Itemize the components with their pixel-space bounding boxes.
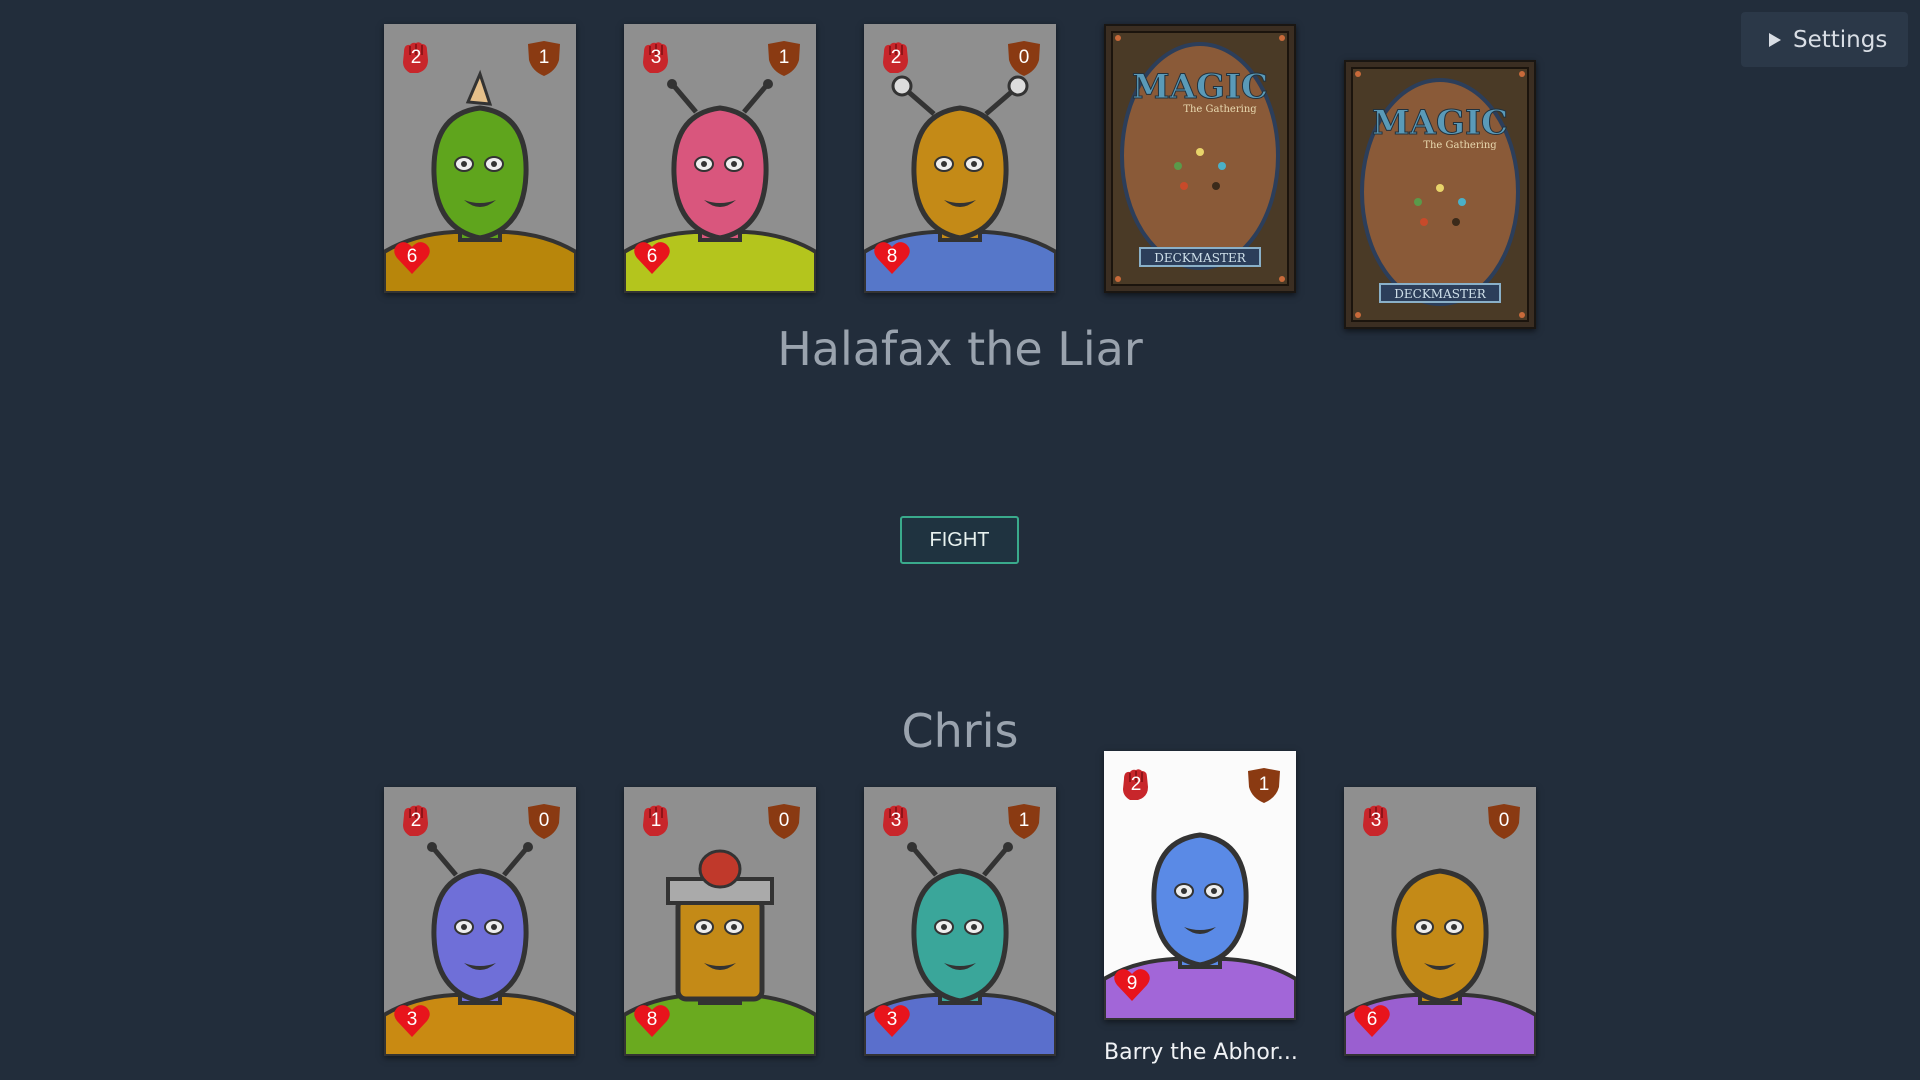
fight-button[interactable]: FIGHT <box>900 516 1019 564</box>
health-badge: 6 <box>1352 1000 1392 1040</box>
attack-badge: 3 <box>876 801 916 841</box>
attack-value: 3 <box>1370 810 1382 831</box>
card-back-logo: MAGIC <box>1372 103 1508 143</box>
attack-value: 1 <box>650 810 662 831</box>
card-back-footer: DECKMASTER <box>1154 251 1246 265</box>
defense-value: 1 <box>1018 810 1030 831</box>
health-value: 6 <box>646 246 658 267</box>
defense-value: 0 <box>1018 47 1030 68</box>
defense-badge: 0 <box>524 801 564 841</box>
player-card[interactable]: 2 0 3 <box>384 787 576 1056</box>
attack-badge: 1 <box>636 801 676 841</box>
defense-badge: 0 <box>764 801 804 841</box>
health-value: 6 <box>406 246 418 267</box>
opponent-card[interactable]: 3 1 6 <box>624 24 816 293</box>
health-badge: 8 <box>632 1000 672 1040</box>
attack-badge: 3 <box>1356 801 1396 841</box>
face-down-card: MAGIC The Gathering DECKMASTER <box>1104 24 1296 293</box>
opponent-card[interactable]: 2 0 8 <box>864 24 1056 293</box>
health-badge: 3 <box>392 1000 432 1040</box>
defense-badge: 0 <box>1484 801 1524 841</box>
health-value: 6 <box>1366 1009 1378 1030</box>
defense-value: 1 <box>538 47 550 68</box>
attack-badge: 3 <box>636 38 676 78</box>
player-card[interactable]: 3 1 3 <box>864 787 1056 1056</box>
card-back-subtitle: The Gathering <box>1183 104 1257 115</box>
health-badge: 8 <box>872 237 912 277</box>
health-badge: 6 <box>632 237 672 277</box>
defense-badge: 0 <box>1004 38 1044 78</box>
defense-badge: 1 <box>1004 801 1044 841</box>
attack-value: 2 <box>410 810 422 831</box>
defense-value: 0 <box>778 810 790 831</box>
attack-badge: 2 <box>1116 765 1156 805</box>
health-value: 8 <box>886 246 898 267</box>
settings-button[interactable]: Settings <box>1741 12 1908 67</box>
defense-value: 1 <box>778 47 790 68</box>
defense-badge: 1 <box>1244 765 1284 805</box>
opponent-card[interactable]: 2 1 6 <box>384 24 576 293</box>
player-name: Chris <box>901 704 1019 758</box>
health-badge: 9 <box>1112 964 1152 1004</box>
face-down-card: MAGIC The Gathering DECKMASTER <box>1344 60 1536 329</box>
card-back-footer: DECKMASTER <box>1394 287 1486 301</box>
player-card[interactable]: 1 0 8 <box>624 787 816 1056</box>
health-badge: 3 <box>872 1000 912 1040</box>
selected-card-name: Barry the Abhor... <box>1104 1040 1298 1065</box>
defense-badge: 1 <box>764 38 804 78</box>
player-card[interactable]: 3 0 6 <box>1344 787 1536 1056</box>
defense-value: 0 <box>1498 810 1510 831</box>
attack-value: 3 <box>650 47 662 68</box>
attack-value: 2 <box>890 47 902 68</box>
defense-value: 0 <box>538 810 550 831</box>
attack-badge: 2 <box>876 38 916 78</box>
card-back-subtitle: The Gathering <box>1423 140 1497 151</box>
attack-badge: 2 <box>396 801 436 841</box>
health-value: 9 <box>1126 973 1138 994</box>
health-value: 8 <box>646 1009 658 1030</box>
attack-badge: 2 <box>396 38 436 78</box>
attack-value: 3 <box>890 810 902 831</box>
player-card[interactable]: 2 1 9 <box>1104 751 1296 1020</box>
attack-value: 2 <box>410 47 422 68</box>
settings-label: Settings <box>1793 26 1888 53</box>
play-triangle-icon <box>1769 32 1781 47</box>
defense-value: 1 <box>1258 774 1270 795</box>
opponent-name: Halafax the Liar <box>777 322 1143 376</box>
health-badge: 6 <box>392 237 432 277</box>
health-value: 3 <box>886 1009 898 1030</box>
health-value: 3 <box>406 1009 418 1030</box>
card-back-logo: MAGIC <box>1132 67 1268 107</box>
defense-badge: 1 <box>524 38 564 78</box>
attack-value: 2 <box>1130 774 1142 795</box>
